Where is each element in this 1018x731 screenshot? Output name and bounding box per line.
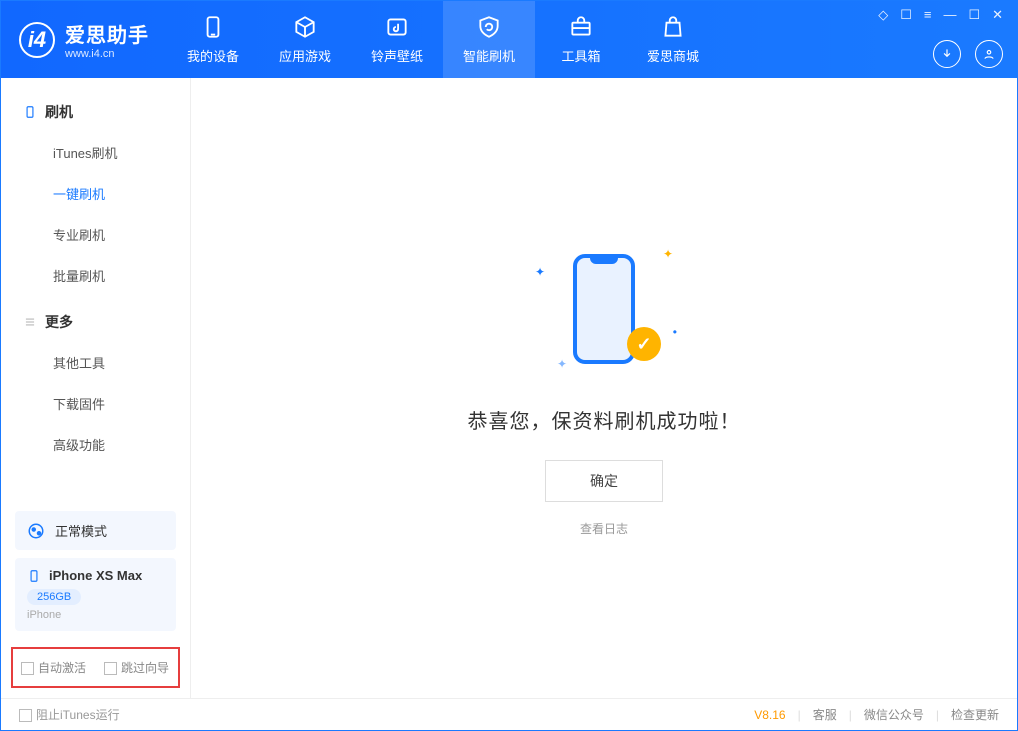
sidebar-section-flash: 刷机 iTunes刷机 一键刷机 专业刷机 批量刷机 [1,92,190,302]
cube-icon [292,14,318,40]
sidebar-head-more: 更多 [1,302,190,342]
sparkle-icon: ✦ [663,247,673,261]
maximize-button[interactable]: ☐ [968,7,980,23]
separator: | [798,708,801,722]
tab-toolbox[interactable]: 工具箱 [535,1,627,78]
tab-label: 铃声壁纸 [371,46,423,65]
tab-store[interactable]: 爱思商城 [627,1,719,78]
tab-apps[interactable]: 应用游戏 [259,1,351,78]
app-subtitle: www.i4.cn [65,48,149,60]
list-icon [23,315,37,329]
sidebar-item-oneclick-flash[interactable]: 一键刷机 [1,173,190,214]
device-box[interactable]: iPhone XS Max 256GB iPhone [15,558,176,631]
ok-button[interactable]: 确定 [545,460,663,502]
phone-icon [200,14,226,40]
tab-ringtones[interactable]: 铃声壁纸 [351,1,443,78]
device-icon [23,105,37,119]
sidebar-section-more: 更多 其他工具 下载固件 高级功能 [1,302,190,471]
sidebar-item-download-firmware[interactable]: 下载固件 [1,383,190,424]
checkbox-icon [104,662,117,675]
footer: 阻止iTunes运行 V8.16 | 客服 | 微信公众号 | 检查更新 [1,698,1017,730]
sidebar-item-itunes-flash[interactable]: iTunes刷机 [1,132,190,173]
mode-box[interactable]: 正常模式 [15,511,176,550]
options-highlight: 自动激活 跳过向导 [11,647,180,688]
tab-label: 智能刷机 [463,46,515,65]
app-window: i4 爱思助手 www.i4.cn 我的设备 应用游戏 铃声壁纸 智能刷机 [0,0,1018,731]
device-name: iPhone XS Max [49,568,142,583]
tab-label: 爱思商城 [647,46,699,65]
tab-smart-flash[interactable]: 智能刷机 [443,1,535,78]
app-title: 爱思助手 [65,19,149,48]
separator: | [936,708,939,722]
main-content: ✦ ✦ ✦ • ✓ 恭喜您，保资料刷机成功啦！ 确定 查看日志 [191,78,1017,698]
tab-label: 应用游戏 [279,46,331,65]
tab-label: 工具箱 [561,46,600,65]
bag-icon [660,14,686,40]
checkbox-skip-guide[interactable]: 跳过向导 [104,659,169,676]
version-label: V8.16 [754,708,785,722]
sidebar-item-other-tools[interactable]: 其他工具 [1,342,190,383]
footer-right: V8.16 | 客服 | 微信公众号 | 检查更新 [754,706,999,723]
sidebar-head-flash: 刷机 [1,92,190,132]
logo-text: 爱思助手 www.i4.cn [65,19,149,60]
user-icon[interactable] [975,40,1003,68]
device-name-row: iPhone XS Max [27,568,164,583]
nav-tabs: 我的设备 应用游戏 铃声壁纸 智能刷机 工具箱 爱思商城 [167,1,719,78]
device-type: iPhone [27,609,164,621]
checkbox-icon [21,662,34,675]
success-illustration: ✦ ✦ ✦ • ✓ [529,239,679,379]
phone-graphic [573,254,635,364]
feedback-icon[interactable]: ☐ [900,7,912,23]
mode-label: 正常模式 [55,521,107,540]
download-icon[interactable] [933,40,961,68]
device-storage: 256GB [27,589,81,605]
success-message: 恭喜您，保资料刷机成功啦！ [468,405,741,434]
window-controls: ◇ ☐ ≡ — ☐ ✕ [878,7,1003,23]
sidebar-item-batch-flash[interactable]: 批量刷机 [1,255,190,296]
refresh-shield-icon [476,14,502,40]
toolbox-icon [568,14,594,40]
menu-icon[interactable]: ≡ [924,7,932,23]
header-actions [933,40,1003,68]
checkbox-label: 自动激活 [38,661,86,675]
mode-icon [27,522,45,540]
sidebar-item-pro-flash[interactable]: 专业刷机 [1,214,190,255]
footer-left: 阻止iTunes运行 [19,706,120,723]
body: 刷机 iTunes刷机 一键刷机 专业刷机 批量刷机 更多 其他工具 下载固件 … [1,78,1017,698]
close-button[interactable]: ✕ [992,7,1003,23]
music-folder-icon [384,14,410,40]
check-badge-icon: ✓ [627,327,661,361]
link-wechat[interactable]: 微信公众号 [864,706,924,723]
spacer [1,471,190,503]
view-log-link[interactable]: 查看日志 [580,520,628,537]
separator: | [849,708,852,722]
checkbox-label: 跳过向导 [121,661,169,675]
tab-label: 我的设备 [187,46,239,65]
checkbox-block-itunes[interactable]: 阻止iTunes运行 [19,706,120,723]
checkbox-icon [19,709,32,722]
logo-icon: i4 [19,22,55,58]
phone-icon [27,569,41,583]
sparkle-icon: ✦ [535,265,545,279]
tab-my-device[interactable]: 我的设备 [167,1,259,78]
link-update[interactable]: 检查更新 [951,706,999,723]
sparkle-icon: • [673,325,677,339]
section-title: 刷机 [45,102,73,122]
checkbox-label: 阻止iTunes运行 [36,708,120,722]
link-service[interactable]: 客服 [813,706,837,723]
sidebar: 刷机 iTunes刷机 一键刷机 专业刷机 批量刷机 更多 其他工具 下载固件 … [1,78,191,698]
header-right: ◇ ☐ ≡ — ☐ ✕ [878,1,1003,78]
sidebar-item-advanced[interactable]: 高级功能 [1,424,190,465]
sparkle-icon: ✦ [557,357,567,371]
section-title: 更多 [45,312,73,332]
logo: i4 爱思助手 www.i4.cn [1,19,167,60]
header: i4 爱思助手 www.i4.cn 我的设备 应用游戏 铃声壁纸 智能刷机 [1,1,1017,78]
minimize-button[interactable]: — [943,7,956,23]
skin-icon[interactable]: ◇ [878,7,888,23]
checkbox-auto-activate[interactable]: 自动激活 [21,659,86,676]
